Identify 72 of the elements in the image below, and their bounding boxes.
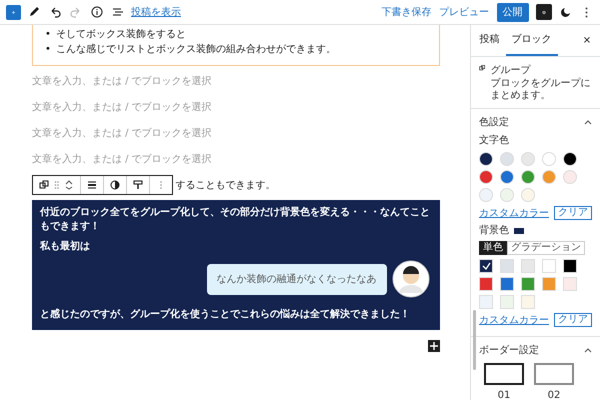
check-icon <box>482 262 490 270</box>
color-swatch[interactable] <box>542 152 556 166</box>
publish-button[interactable]: 公開 <box>496 2 528 22</box>
color-swatch[interactable] <box>500 170 514 184</box>
color-swatch[interactable] <box>500 188 514 202</box>
clear-button[interactable]: クリア <box>554 313 592 327</box>
plus-icon <box>430 342 438 350</box>
color-swatch[interactable] <box>563 258 577 272</box>
preview-button[interactable]: プレビュー <box>439 4 489 20</box>
color-swatch[interactable] <box>521 294 535 308</box>
paragraph-placeholder[interactable]: 文章を入力、または / でブロックを選択 <box>32 68 212 94</box>
color-swatch[interactable] <box>563 152 577 166</box>
option-label: 01 <box>498 388 510 400</box>
custom-color-link[interactable]: カスタムカラー <box>479 312 549 328</box>
current-color-indicator <box>514 228 524 234</box>
paragraph-placeholder[interactable]: 文章を入力、または / でブロックを選択 <box>32 94 212 120</box>
group-icon <box>479 63 486 73</box>
scrollbar[interactable] <box>473 310 476 370</box>
add-block-button[interactable] <box>428 340 440 352</box>
list-item: そしてボックス装飾をすると <box>56 28 186 42</box>
settings-button[interactable] <box>536 4 552 20</box>
color-swatch[interactable] <box>521 152 535 166</box>
close-button[interactable]: × <box>579 32 595 48</box>
color-swatch[interactable] <box>563 276 577 290</box>
paragraph-text: と感じたのですが、グループ化を使うことでこれらの悩みは全て解決できました！ <box>40 308 411 322</box>
avatar <box>392 260 430 298</box>
color-swatch[interactable] <box>563 170 577 184</box>
block-name: グループ <box>490 64 532 78</box>
color-swatch[interactable] <box>500 276 514 290</box>
sidebar-tab[interactable]: 投稿 <box>474 25 506 56</box>
color-swatch[interactable] <box>521 276 535 290</box>
save-draft-button[interactable]: 下書き保存 <box>382 4 432 20</box>
mode-tab[interactable]: 単色 <box>479 240 507 254</box>
color-swatch[interactable] <box>479 294 493 308</box>
info-icon[interactable] <box>89 4 105 20</box>
color-swatch[interactable] <box>500 294 514 308</box>
view-post-link[interactable]: 投稿を表示 <box>131 4 181 20</box>
field-label: 背景色 <box>479 224 509 238</box>
color-swatch[interactable] <box>479 152 493 166</box>
custom-color-link[interactable]: カスタムカラー <box>479 206 549 220</box>
panel-title: 色設定 <box>479 116 509 130</box>
paragraph-placeholder[interactable]: 文章を入力、または / でブロックを選択 <box>32 120 212 146</box>
bullet: • <box>45 43 51 57</box>
sidebar-tab[interactable]: ブロック <box>506 25 558 56</box>
color-swatch[interactable] <box>500 258 514 272</box>
chevron-icon[interactable] <box>584 348 592 353</box>
color-swatch[interactable] <box>521 188 535 202</box>
mode-tab[interactable]: グラデーション <box>507 240 585 254</box>
paragraph-text: することもできます。 <box>176 178 276 192</box>
paragraph-text: 私も最初は <box>40 240 91 254</box>
bullet: • <box>45 28 51 42</box>
paragraph-placeholder[interactable]: 文章を入力、または / でブロックを選択 <box>32 146 212 172</box>
color-swatch[interactable] <box>542 258 556 272</box>
list-item: こんな感じでリストとボックス装飾の組み合わせができます。 <box>56 42 336 57</box>
chevron-icon[interactable] <box>584 120 592 125</box>
block-description: ブロックをグループにまとめます。 <box>490 78 592 102</box>
color-swatch[interactable] <box>479 170 493 184</box>
option-label: 02 <box>548 388 560 400</box>
color-swatch[interactable] <box>500 152 514 166</box>
color-swatch[interactable] <box>479 276 493 290</box>
clear-button[interactable]: クリア <box>554 206 592 220</box>
border-style-option[interactable] <box>484 363 524 385</box>
color-swatch[interactable] <box>479 188 493 202</box>
color-swatch[interactable] <box>521 258 535 272</box>
field-label: 文字色 <box>479 134 510 148</box>
color-swatch[interactable] <box>479 258 493 272</box>
panel-title: ボーダー設定 <box>479 344 539 358</box>
color-swatch[interactable] <box>542 276 556 290</box>
speech-bubble: なんか装飾の融通がなくなったなあ <box>206 264 386 294</box>
color-swatch[interactable] <box>521 170 535 184</box>
paragraph-text: 付近のブロック全てをグループ化して、その部分だけ背景色を変える・・・なんてこともできます！ <box>40 206 431 234</box>
color-swatch[interactable] <box>542 170 556 184</box>
